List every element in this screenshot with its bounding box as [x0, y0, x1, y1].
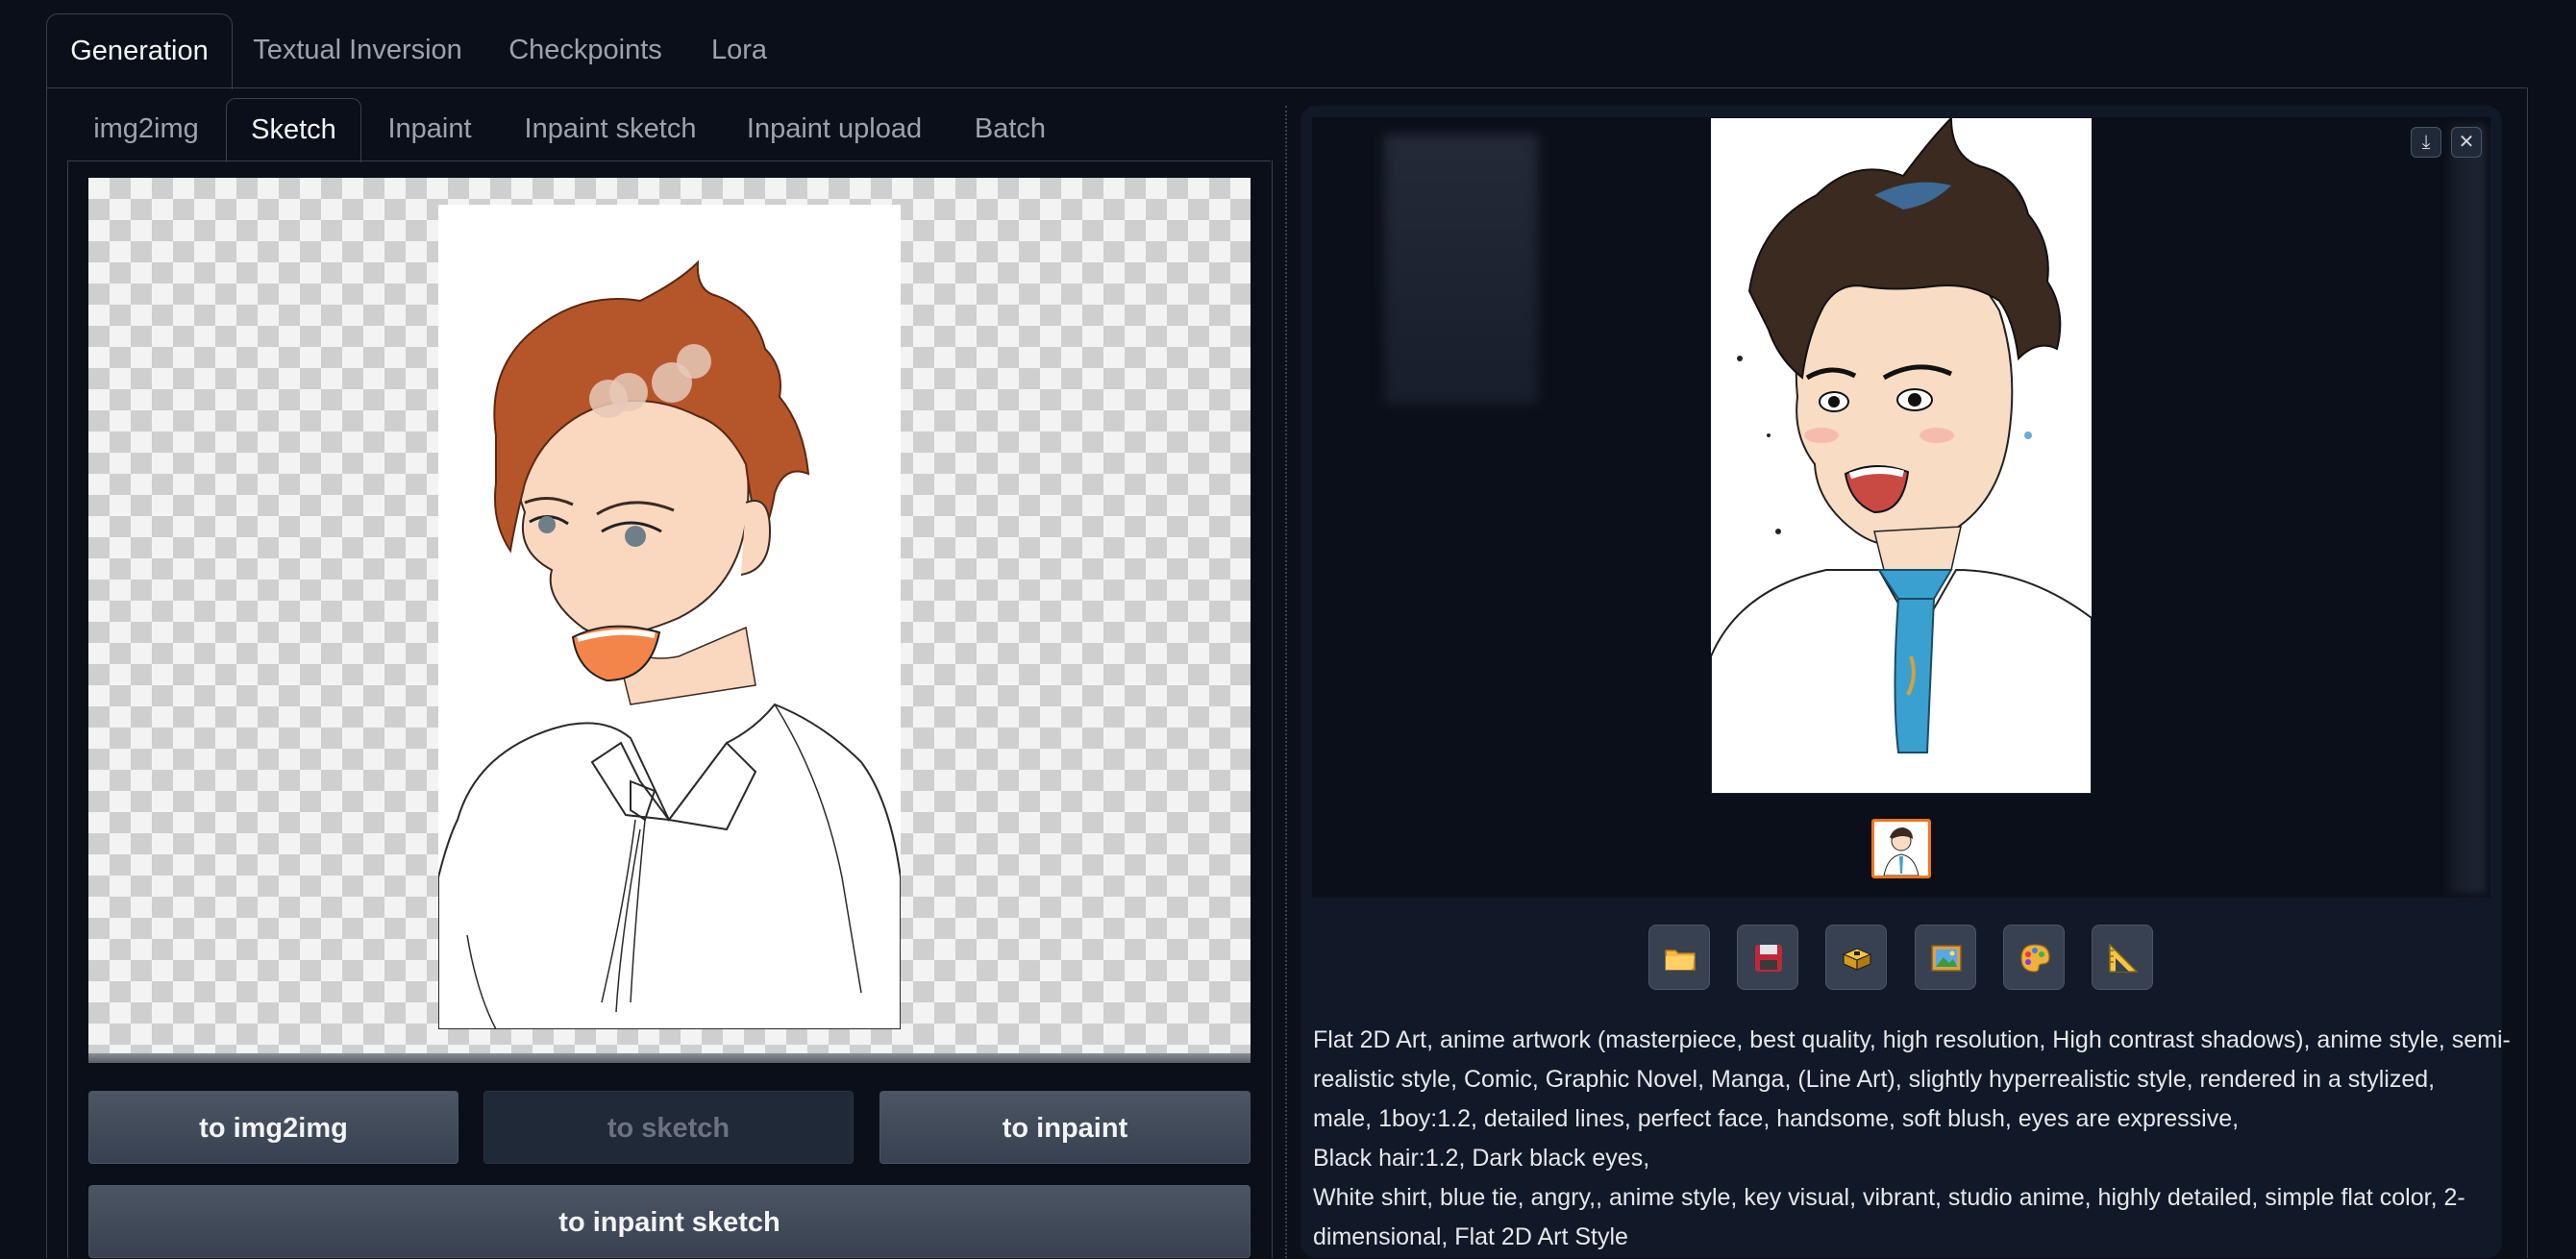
subtab-inpaint-upload[interactable]: Inpaint upload	[736, 98, 932, 160]
tab-generation[interactable]: Generation	[46, 13, 233, 89]
sketch-canvas[interactable]	[88, 178, 1251, 1057]
thumbnail-image	[1874, 822, 1928, 876]
prompt-line: realistic style, Comic, Graphic Novel, M…	[1313, 1066, 2436, 1093]
generated-illustration	[1710, 115, 2093, 795]
image-icon	[1931, 945, 1962, 972]
subtab-sketch[interactable]: Sketch	[226, 98, 361, 162]
to-inpaint-button[interactable]: to inpaint	[879, 1091, 1251, 1164]
prompt-line: dimensional, Flat 2D Art Style	[1313, 1223, 1628, 1250]
send-to-inpaint-button[interactable]	[2003, 925, 2065, 990]
tab-textual-inversion[interactable]: Textual Inversion	[248, 13, 467, 86]
tab-lora[interactable]: Lora	[698, 13, 780, 86]
gallery-scroll-shade	[2449, 125, 2486, 894]
send-to-img2img-button[interactable]	[1915, 925, 1976, 990]
subtab-img2img[interactable]: img2img	[83, 98, 210, 160]
subtab-inpaint-sketch[interactable]: Inpaint sketch	[511, 98, 709, 160]
save-button[interactable]	[1737, 925, 1798, 990]
zip-button[interactable]	[1825, 925, 1887, 990]
subtab-batch[interactable]: Batch	[963, 98, 1057, 160]
to-img2img-button[interactable]: to img2img	[88, 1091, 458, 1164]
prompt-line: Black hair:1.2, Dark black eyes,	[1313, 1145, 1650, 1172]
column-divider	[1285, 106, 1287, 1258]
prompt-line: male, 1boy:1.2, detailed lines, perfect …	[1313, 1105, 2240, 1132]
to-sketch-button[interactable]: to sketch	[483, 1091, 854, 1164]
sketch-sheet	[437, 205, 902, 1030]
gallery-thumbnail[interactable]	[1871, 819, 1931, 878]
zip-icon	[1842, 948, 1872, 971]
folder-icon	[1665, 950, 1696, 971]
prompt-line: White shirt, blue tie, angry,, anime sty…	[1313, 1184, 2465, 1211]
generated-image[interactable]	[1710, 115, 2093, 795]
palette-icon	[2020, 944, 2050, 973]
tab-checkpoints[interactable]: Checkpoints	[496, 13, 675, 86]
prompt-line: Flat 2D Art, anime artwork (masterpiece,…	[1313, 1026, 2511, 1053]
send-to-extras-button[interactable]	[2092, 925, 2153, 990]
close-icon[interactable]: ✕	[2451, 127, 2482, 158]
sketch-drawing	[437, 259, 902, 1030]
canvas-scrollbar[interactable]	[88, 1053, 1251, 1063]
save-icon	[1755, 945, 1782, 972]
generation-info-text: Flat 2D Art, anime artwork (masterpiece,…	[1313, 1021, 2511, 1257]
subtab-inpaint[interactable]: Inpaint	[377, 98, 483, 160]
open-folder-button[interactable]	[1648, 925, 1710, 990]
gallery-preview-ghost	[1384, 135, 1538, 404]
to-inpaint-sketch-button[interactable]: to inpaint sketch	[88, 1185, 1251, 1258]
download-icon[interactable]: ⤓	[2411, 127, 2441, 158]
ruler-icon	[2109, 943, 2139, 973]
